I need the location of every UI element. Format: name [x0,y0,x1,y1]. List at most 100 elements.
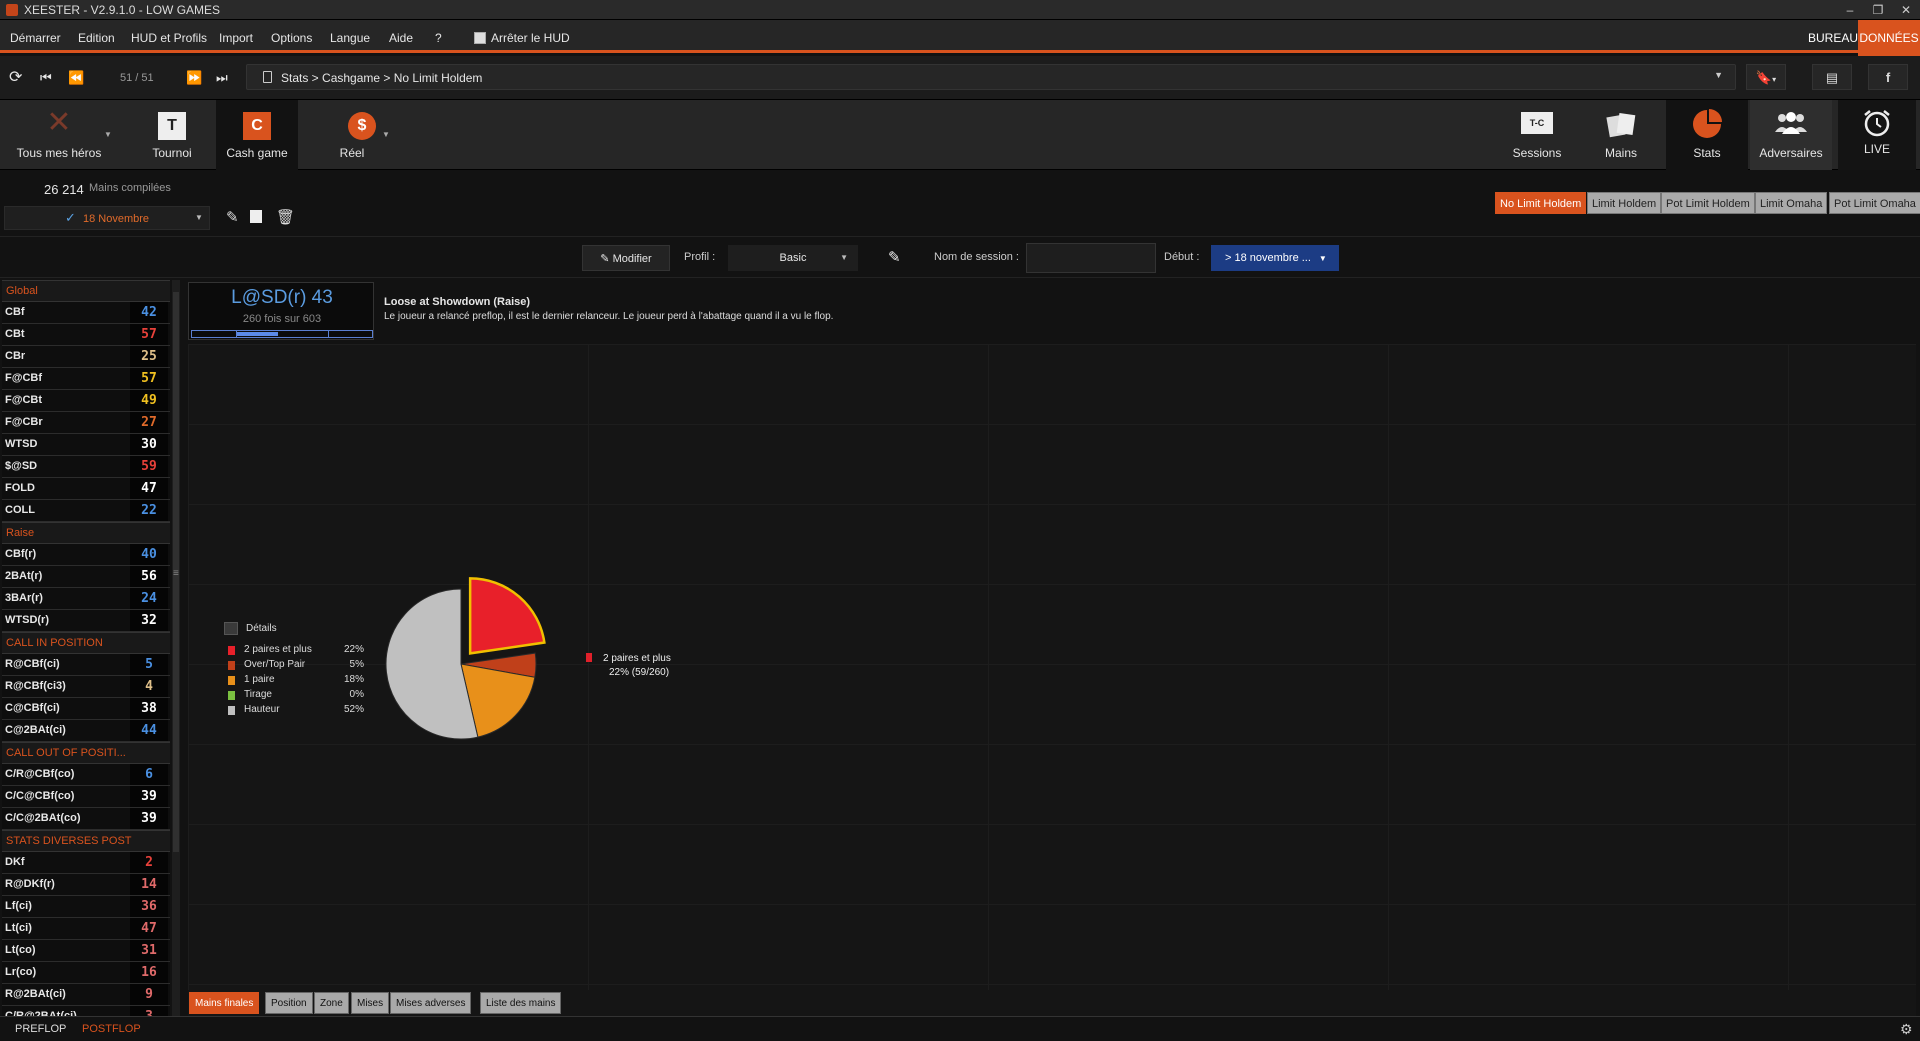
stat-row[interactable]: C/R@CBf(co) 6 [2,764,170,786]
game-type-plo[interactable]: Pot Limit Omaha [1829,192,1920,214]
stat-row[interactable]: 2BAt(r) 56 [2,566,170,588]
stat-row[interactable]: F@CBf 57 [2,368,170,390]
modify-label: Modifier [612,253,652,265]
menu-edition[interactable]: Edition [78,20,115,50]
tab-mises[interactable]: Mises [351,992,390,1014]
tournoi-button[interactable]: T Tournoi [138,100,206,170]
legend-item[interactable]: Over/Top Pair 5% [224,659,364,673]
hud-checkbox[interactable] [474,32,486,44]
stat-row[interactable]: Lt(co) 31 [2,940,170,962]
stat-row[interactable]: C/C@CBf(co) 39 [2,786,170,808]
heroes-button[interactable]: ✕ ▼ Tous mes héros [0,100,118,170]
legend-item[interactable]: 2 paires et plus 22% [224,644,364,658]
stat-row[interactable]: CBf(r) 40 [2,544,170,566]
stat-row[interactable]: Lf(ci) 36 [2,896,170,918]
pie-chart[interactable] [378,574,564,760]
legend-item[interactable]: 1 paire 18% [224,674,364,688]
bureau-tab[interactable]: BUREAU [1808,20,1858,50]
profile-select[interactable]: Basic ▼ [728,245,858,271]
stat-row[interactable]: F@CBt 49 [2,390,170,412]
legend-item[interactable]: Tirage 0% [224,689,364,703]
stat-row[interactable]: $@SD 59 [2,456,170,478]
previous-icon[interactable]: ⏪ [68,68,84,88]
bookmark-button[interactable]: 🔖▾ [1746,64,1786,90]
facebook-icon[interactable]: f [1868,64,1908,90]
tab-position[interactable]: Position [265,992,313,1014]
notes-icon[interactable]: ▤ [1812,64,1852,90]
refresh-icon[interactable]: ⟳ [9,68,22,88]
gear-icon[interactable]: ⚙ [1900,1021,1913,1038]
reel-dropdown-icon[interactable]: ▼ [382,130,390,139]
tab-postflop[interactable]: POSTFLOP [82,1023,141,1035]
copy-icon[interactable] [250,210,262,223]
stat-row[interactable]: R@2BAt(ci) 9 [2,984,170,1006]
menu-aide[interactable]: Aide [389,20,413,50]
stat-row[interactable]: CBf 42 [2,302,170,324]
live-button[interactable]: LIVE [1838,100,1916,170]
menu-demarrer[interactable]: Démarrer [10,20,61,50]
stat-row[interactable]: R@CBf(ci3) 4 [2,676,170,698]
chevron-down-icon[interactable]: ▼ [1714,70,1723,80]
stat-row[interactable]: Lr(co) 16 [2,962,170,984]
stat-row[interactable]: C/R@2BAt(ci)3 [2,1006,170,1016]
stats-button[interactable]: Stats [1666,100,1748,170]
stat-row[interactable]: R@DKf(r) 14 [2,874,170,896]
sidebar-scrollbar[interactable]: ≡ [172,280,180,1016]
adversaires-button[interactable]: Adversaires [1750,100,1832,170]
details-checkbox[interactable] [224,622,238,635]
last-page-icon[interactable]: ⏭ [216,68,228,88]
mains-button[interactable]: Mains [1588,100,1654,170]
stat-row[interactable]: R@CBf(ci) 5 [2,654,170,676]
pie-slice[interactable] [468,577,546,655]
stat-row[interactable]: FOLD 47 [2,478,170,500]
tab-preflop[interactable]: PREFLOP [15,1023,66,1035]
game-type-lo[interactable]: Limit Omaha [1755,192,1828,214]
breadcrumb[interactable]: Stats > Cashgame > No Limit Holdem ▼ [246,64,1736,90]
session-name-input[interactable] [1026,243,1156,273]
game-type-nlh[interactable]: No Limit Holdem [1495,192,1587,214]
donnees-tab[interactable]: DONNÉES [1858,20,1920,56]
tab-mains-finales[interactable]: Mains finales [189,992,260,1014]
start-date-select[interactable]: > 18 novembre ... ▼ [1211,245,1339,271]
tab-mises-adverses[interactable]: Mises adverses [390,992,472,1014]
menu-help[interactable]: ? [435,20,442,50]
menu-hud-profils[interactable]: HUD et Profils [131,20,207,50]
menu-options[interactable]: Options [271,20,312,50]
reel-button[interactable]: $ ▼ Réel [320,100,404,170]
legend-item[interactable]: Hauteur 52% [224,704,364,718]
tab-liste-des-mains[interactable]: Liste des mains [480,992,562,1014]
edit-pencil-icon[interactable]: ✎ [226,208,239,226]
heroes-dropdown-icon[interactable]: ▼ [104,130,112,139]
sessions-button[interactable]: T-C Sessions [1502,100,1572,170]
stat-row[interactable]: CBr 25 [2,346,170,368]
hud-toggle-label[interactable]: Arrêter le HUD [491,20,570,50]
chevron-down-icon[interactable]: ▼ [195,213,203,222]
stat-row[interactable]: WTSD 30 [2,434,170,456]
maximize-button[interactable]: ❐ [1864,1,1892,19]
date-selector[interactable]: ✓ 18 Novembre ▼ [4,206,210,230]
stat-row[interactable]: WTSD(r) 32 [2,610,170,632]
profile-edit-icon[interactable]: ✎ [888,248,901,266]
menu-import[interactable]: Import [219,20,253,50]
tab-zone[interactable]: Zone [314,992,349,1014]
resize-grip-icon[interactable]: ≡ [173,568,179,579]
stat-row[interactable]: DKf 2 [2,852,170,874]
game-type-plh[interactable]: Pot Limit Holdem [1661,192,1755,214]
stat-row[interactable]: C/C@2BAt(co) 39 [2,808,170,830]
stat-row[interactable]: COLL 22 [2,500,170,522]
next-icon[interactable]: ⏩ [186,68,202,88]
stat-row[interactable]: Lt(ci) 47 [2,918,170,940]
game-type-lh[interactable]: Limit Holdem [1587,192,1662,214]
stat-row[interactable]: F@CBr 27 [2,412,170,434]
first-page-icon[interactable]: ⏮ [40,68,52,88]
stat-row[interactable]: CBt 57 [2,324,170,346]
trash-icon[interactable]: 🗑 [276,208,295,226]
stat-row[interactable]: 3BAr(r) 24 [2,588,170,610]
cash-game-button[interactable]: C Cash game [216,100,298,170]
menu-langue[interactable]: Langue [330,20,370,50]
stat-row[interactable]: C@2BAt(ci) 44 [2,720,170,742]
modify-button[interactable]: ✎ Modifier [582,245,670,271]
close-button[interactable]: ✕ [1892,1,1920,19]
stat-row[interactable]: C@CBf(ci) 38 [2,698,170,720]
minimize-button[interactable]: – [1836,1,1864,19]
